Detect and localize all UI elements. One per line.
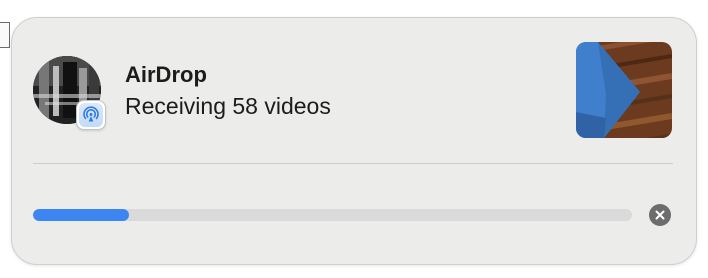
notification-subtitle: Receiving 58 videos: [125, 93, 331, 119]
airdrop-notification[interactable]: AirDrop Receiving 58 videos: [11, 17, 697, 265]
video-thumbnail: [576, 42, 672, 138]
progress-bar: [33, 209, 632, 221]
divider: [33, 163, 673, 164]
airdrop-icon: [76, 100, 106, 130]
background-window-edge: [0, 22, 10, 48]
notification-title: AirDrop: [125, 62, 207, 87]
close-icon: [655, 210, 665, 220]
progress-fill: [33, 209, 129, 221]
cancel-button[interactable]: [649, 204, 671, 226]
